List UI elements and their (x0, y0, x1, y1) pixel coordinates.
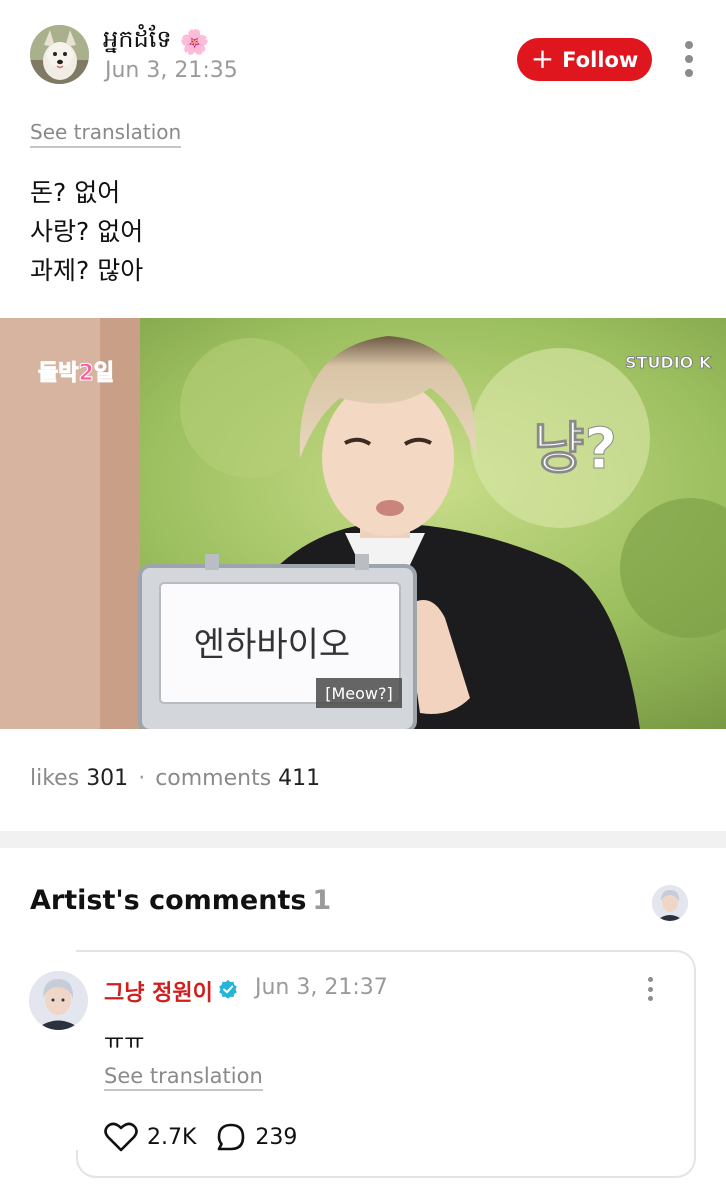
sign-text: 엔하바이오 (194, 625, 350, 665)
comment-likes-count: 2.7K (147, 1124, 197, 1150)
section-divider (0, 831, 726, 848)
commenter-avatar[interactable] (29, 971, 88, 1030)
section-count: 1 (312, 885, 332, 916)
dog-avatar-image (30, 25, 89, 84)
post-date: Jun 3, 21:35 (105, 58, 238, 83)
comment-bubble-icon (218, 1123, 245, 1151)
artist-avatar-small[interactable] (652, 885, 688, 921)
like-button[interactable]: 2.7K (104, 1122, 196, 1152)
comment-more-icon[interactable] (646, 977, 654, 1001)
artist-avatar-image (652, 885, 688, 921)
plus-icon: + (530, 41, 555, 75)
post-body: 돈? 없어 사랑? 없어 과제? 많아 (30, 173, 143, 290)
subtitle-text: [Meow?] (325, 684, 393, 703)
author-name[interactable]: អ្នកដំទែ (103, 24, 172, 59)
post-stats: likes 301 · comments 411 (30, 766, 320, 791)
caption-text: 냥? (533, 417, 617, 482)
section-title-text: Artist's comments (30, 885, 307, 916)
show-logo: 돌박2일 (38, 361, 114, 386)
commenter-name[interactable]: 그냥 정원이 (104, 975, 213, 1007)
verified-badge-icon (219, 980, 237, 999)
post-image[interactable]: 엔하바이오 [Meow?] 냥? 돌박2일 STUDIO K (0, 318, 726, 729)
stats-separator: · (138, 766, 146, 791)
reply-button[interactable]: 239 (216, 1122, 297, 1152)
artist-comments-title: Artist's comments 1 (30, 885, 331, 916)
author-avatar[interactable] (30, 25, 89, 84)
comment-card-corner (76, 1150, 100, 1178)
follow-label: Follow (562, 47, 639, 72)
cherry-blossom-icon: 🌸 (179, 27, 210, 56)
comments-label: comments (155, 766, 272, 791)
comment-replies-count: 239 (255, 1124, 298, 1150)
follow-button[interactable]: + Follow (517, 38, 652, 81)
commenter-avatar-image (29, 971, 88, 1030)
comment-actions: 2.7K 239 (104, 1122, 317, 1152)
comment-date: Jun 3, 21:37 (255, 975, 388, 1000)
post-line: 사랑? 없어 (30, 217, 144, 246)
heart-icon (104, 1122, 138, 1152)
comment-text: ㅠㅠ (104, 1030, 145, 1055)
post-line: 돈? 없어 (30, 178, 121, 207)
comments-count[interactable]: 411 (278, 766, 320, 791)
comment-see-translation-link[interactable]: See translation (104, 1064, 263, 1091)
photo: 엔하바이오 [Meow?] 냥? 돌박2일 STUDIO K (0, 318, 726, 729)
post-line: 과제? 많아 (30, 256, 144, 285)
likes-label: likes (30, 766, 80, 791)
studio-logo: STUDIO K (625, 353, 712, 372)
see-translation-link[interactable]: See translation (30, 120, 182, 148)
likes-count[interactable]: 301 (86, 766, 128, 791)
more-vertical-icon[interactable] (684, 41, 694, 77)
